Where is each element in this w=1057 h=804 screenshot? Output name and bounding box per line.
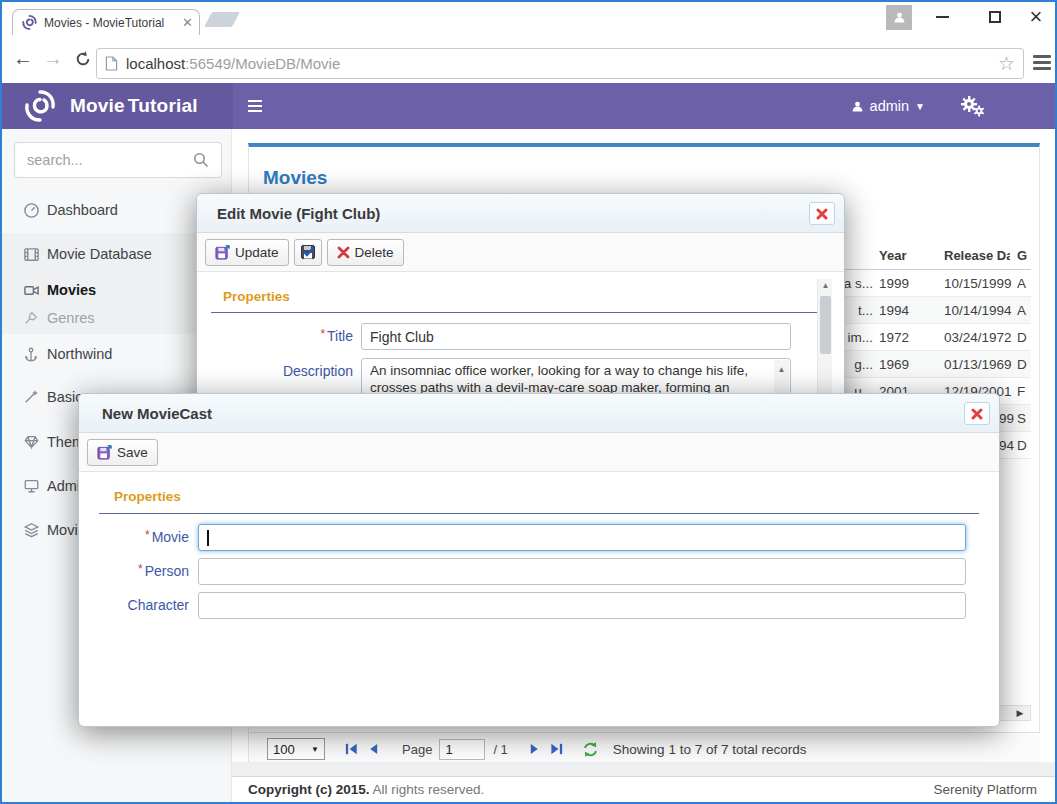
save-disk-icon (97, 445, 112, 460)
person-field-input[interactable] (198, 558, 966, 585)
tab-title: Movies - MovieTutorial (44, 16, 182, 30)
edit-dialog-title: Edit Movie (Fight Club) (217, 205, 380, 222)
monitor-icon (23, 478, 41, 494)
back-button[interactable]: ← (12, 47, 34, 70)
page-icon (105, 56, 118, 71)
forward-button[interactable]: → (42, 47, 64, 70)
app-header: MovieTutorial admin ▼ (2, 83, 1055, 129)
col-release-date[interactable]: Release Da... (944, 242, 1010, 269)
cast-dialog-close-button[interactable] (964, 402, 990, 425)
edit-dialog-toolbar: Update Delete (197, 233, 844, 272)
delete-x-icon (337, 246, 350, 259)
cast-dialog-toolbar: Save (79, 433, 999, 472)
page-total: / 1 (493, 742, 507, 757)
cast-dialog-title: New MovieCast (102, 405, 212, 422)
first-page-icon[interactable] (344, 742, 359, 756)
close-x-icon (816, 208, 828, 220)
window-close-button[interactable]: × (1014, 2, 1057, 32)
url-text: localhost:56549/MovieDB/Movie (126, 55, 998, 72)
diamond-icon (23, 434, 41, 450)
app-title: MovieTutorial (70, 83, 198, 129)
settings-gears-icon[interactable] (959, 95, 985, 117)
sidebar-toggle-icon[interactable] (248, 100, 262, 115)
col-genre[interactable]: G (1017, 242, 1031, 269)
sidebar-search-input[interactable]: search... (14, 142, 222, 178)
edit-dialog-titlebar[interactable]: Edit Movie (Fight Club) (197, 194, 844, 233)
new-moviecast-dialog: New MovieCast Save Properties *Movie *Pe… (78, 393, 1000, 727)
page-title: Movies (263, 167, 327, 189)
movie-field-input[interactable] (198, 524, 966, 551)
user-name: admin (870, 98, 910, 114)
edit-properties-category: Properties (223, 289, 290, 304)
caret-down-icon: ▼ (915, 101, 925, 112)
title-field-input[interactable]: Fight Club (361, 323, 791, 350)
cast-properties-category: Properties (114, 489, 181, 504)
footer: Copyright (c) 2015. All rights reserved.… (232, 776, 1055, 802)
close-x-icon (971, 408, 983, 420)
pin-icon (23, 310, 41, 326)
page-number-input[interactable]: 1 (439, 739, 485, 760)
window-minimize-button[interactable] (920, 2, 964, 32)
app-logo-swirl-icon (22, 88, 58, 124)
layers-icon (23, 522, 41, 538)
new-tab-button[interactable] (204, 12, 240, 27)
person-field-label: *Person (79, 558, 189, 586)
character-field-input[interactable] (198, 592, 966, 619)
delete-button[interactable]: Delete (327, 239, 404, 266)
update-button[interactable]: Update (205, 239, 289, 266)
address-bar[interactable]: localhost:56549/MovieDB/Movie ☆ (96, 48, 1024, 79)
browser-profile-icon[interactable] (886, 5, 912, 30)
favicon-swirl-icon (21, 14, 38, 31)
edit-dialog-close-button[interactable] (809, 202, 835, 225)
scroll-up-icon: ▲ (818, 281, 833, 290)
tab-close-icon[interactable]: ✕ (182, 15, 193, 30)
pager-summary: Showing 1 to 7 of 7 total records (613, 742, 807, 757)
browser-menu-icon[interactable] (1033, 55, 1051, 73)
page-size-select[interactable]: 100▼ (267, 738, 325, 760)
reload-button[interactable] (72, 51, 94, 67)
window-maximize-button[interactable] (973, 2, 1017, 32)
cast-dialog-titlebar[interactable]: New MovieCast (79, 394, 999, 433)
title-field-label: *Title (197, 323, 353, 351)
browser-tab[interactable]: Movies - MovieTutorial ✕ (12, 9, 200, 35)
platform-text: Serenity Platform (933, 782, 1037, 797)
search-placeholder: search... (27, 152, 193, 168)
scroll-right-icon[interactable]: ▶ (1012, 706, 1028, 720)
save-check-icon (300, 244, 316, 260)
movie-field-label: *Movie (79, 524, 189, 552)
col-year[interactable]: Year (879, 242, 935, 269)
user-menu[interactable]: admin ▼ (851, 83, 925, 129)
refresh-icon[interactable] (582, 741, 599, 758)
browser-chrome: Movies - MovieTutorial ✕ × ← → localhost… (2, 2, 1055, 83)
character-field-label: Character (79, 592, 189, 619)
next-page-icon[interactable] (528, 742, 541, 756)
anchor-icon (23, 346, 41, 363)
save-button[interactable]: Save (87, 439, 158, 466)
film-icon (23, 246, 41, 263)
apply-changes-button[interactable] (294, 239, 322, 266)
copyright-text: Copyright (c) 2015. All rights reserved. (248, 782, 484, 797)
user-icon (851, 100, 864, 113)
grid-pager: 100▼ Page 1 / 1 Showing 1 to 7 of 7 tota… (250, 732, 1040, 765)
wand-icon (23, 389, 41, 405)
video-camera-icon (23, 282, 41, 299)
text-cursor (207, 530, 209, 546)
dashboard-icon (23, 202, 41, 219)
last-page-icon[interactable] (549, 742, 564, 756)
bookmark-star-icon[interactable]: ☆ (998, 52, 1015, 75)
description-field-label: Description (197, 358, 353, 385)
prev-page-icon[interactable] (367, 742, 380, 756)
search-icon (193, 152, 209, 168)
scroll-up-icon: ▲ (774, 361, 789, 378)
page-label: Page (402, 742, 432, 757)
save-disk-icon (215, 245, 230, 260)
